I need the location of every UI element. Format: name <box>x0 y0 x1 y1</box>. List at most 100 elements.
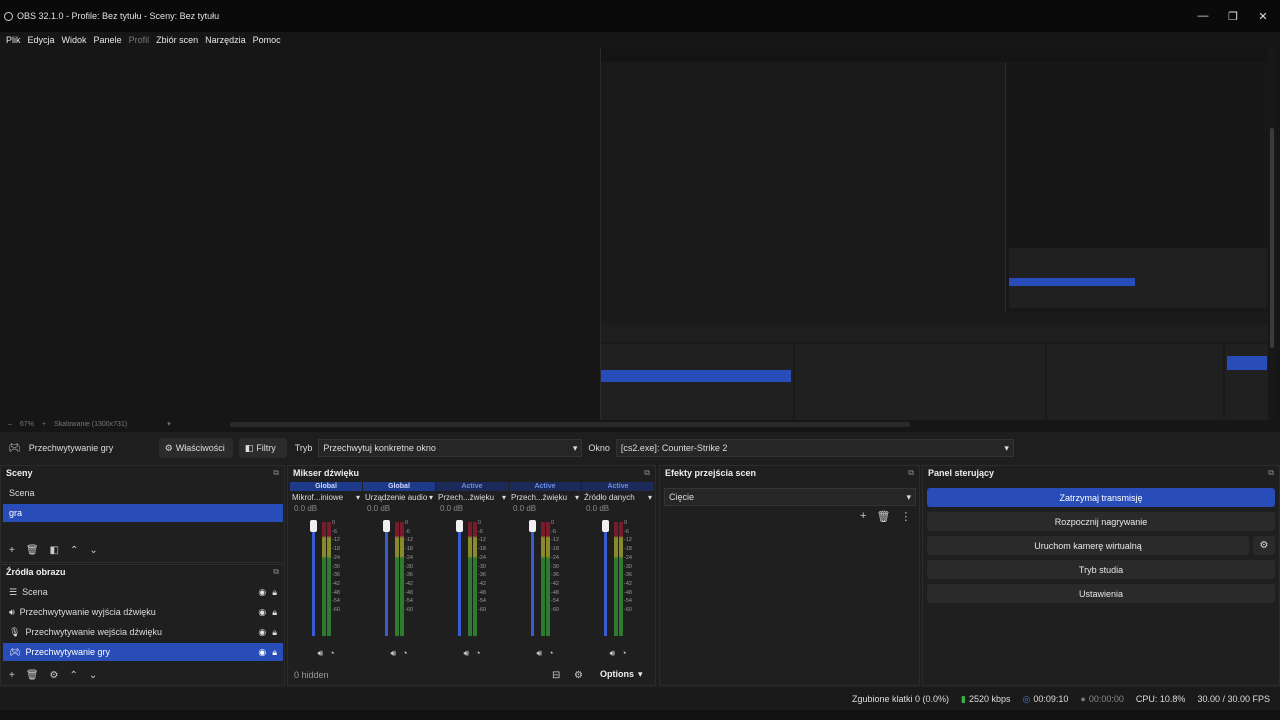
filter-icon[interactable]: ◧ <box>50 545 59 556</box>
undock-icon[interactable]: ⧉ <box>908 468 914 478</box>
volume-fader[interactable] <box>385 520 388 636</box>
speaker-icon[interactable]: 🔊︎ <box>390 648 396 659</box>
add-icon[interactable]: + <box>9 545 15 556</box>
mode-select[interactable]: Przechwytuj konkretne okno ▾ <box>318 439 583 457</box>
mixer-layout-icon[interactable]: ⊟ <box>552 670 560 681</box>
headphones-monitor-icon[interactable]: ◔ <box>621 648 626 659</box>
channel-name-select[interactable]: Źródło danych ▾ <box>582 491 654 504</box>
headphones-monitor-icon[interactable]: ◔ <box>402 648 407 659</box>
headphones-monitor-icon[interactable]: ◔ <box>548 648 553 659</box>
channel-name-select[interactable]: Mikrof...iniowe ▾ <box>290 491 362 504</box>
gear-icon[interactable]: ⚙ <box>50 670 59 681</box>
mic-icon: 🎙︎ <box>9 626 21 637</box>
speaker-icon[interactable]: 🔊︎ <box>463 648 469 659</box>
menu-edit[interactable]: Edycja <box>28 35 55 45</box>
mixer-settings-icon[interactable]: ⚙ <box>574 670 583 681</box>
volume-fader[interactable] <box>312 520 315 636</box>
lock-icon[interactable]: 🔒︎ <box>272 587 277 598</box>
chevron-down-icon[interactable]: ⌄ <box>89 545 97 556</box>
volume-fader[interactable] <box>531 520 534 636</box>
studio-mode-button[interactable]: Tryb studia <box>927 560 1275 579</box>
undock-icon[interactable]: ⧉ <box>644 468 650 478</box>
eye-icon[interactable]: ◉ <box>258 627 266 638</box>
lock-icon[interactable]: 🔒︎ <box>272 607 277 618</box>
eye-icon[interactable]: ◉ <box>258 607 266 618</box>
undock-icon[interactable]: ⧉ <box>273 468 279 478</box>
eye-icon[interactable]: ◉ <box>258 647 266 658</box>
volume-fader-handle[interactable] <box>529 520 536 532</box>
chevron-up-icon[interactable]: ⌃ <box>70 670 78 681</box>
scale-label[interactable]: Skalowanie (1300x731) <box>54 421 127 428</box>
virtual-camera-settings-icon[interactable]: ⚙ <box>1253 536 1275 555</box>
properties-button[interactable]: ⚙ Właściwości <box>158 438 233 458</box>
meter-scale: 0 -6 -12 -18 -24 -30 -36 -42 -48 -54 -60 <box>478 519 486 615</box>
meter-scale-tick: -12 <box>551 537 559 544</box>
controls-dock: Panel sterujący ⧉ Zatrzymaj transmisję R… <box>922 465 1280 686</box>
window-select[interactable]: [cs2.exe]: Counter-Strike 2 ▾ <box>615 439 1014 457</box>
settings-button[interactable]: Ustawienia <box>927 584 1275 603</box>
trash-icon[interactable]: 🗑︎ <box>876 510 890 523</box>
lock-icon[interactable]: 🔒︎ <box>272 627 277 638</box>
meter-scale-tick: -36 <box>624 572 632 579</box>
headphones-monitor-icon[interactable]: ◔ <box>329 648 334 659</box>
speaker-icon[interactable]: 🔊︎ <box>317 648 323 659</box>
menu-file[interactable]: Plik <box>6 35 21 45</box>
close-button[interactable]: ✕ <box>1248 0 1278 32</box>
scene-item-gra[interactable]: gra <box>3 504 283 522</box>
undock-icon[interactable]: ⧉ <box>1268 468 1274 478</box>
more-icon[interactable]: ⋮ <box>900 510 911 523</box>
minimize-button[interactable]: — <box>1188 0 1218 32</box>
preview-canvas[interactable] <box>600 48 1268 420</box>
volume-fader-handle[interactable] <box>310 520 317 532</box>
trash-icon[interactable]: 🗑︎ <box>26 670 39 681</box>
source-item-audio-input[interactable]: 🎙︎ Przechwytywanie wejścia dźwięku ◉ 🔒︎ <box>3 623 283 641</box>
add-icon[interactable]: + <box>860 510 866 523</box>
chevron-up-icon[interactable]: ⌃ <box>70 545 78 556</box>
meter-scale-tick: -60 <box>551 607 559 614</box>
zoom-out-button[interactable]: – <box>8 421 12 428</box>
volume-fader[interactable] <box>604 520 607 636</box>
volume-fader-handle[interactable] <box>602 520 609 532</box>
meter-scale-tick: -42 <box>551 580 559 587</box>
speaker-icon[interactable]: 🔊︎ <box>609 648 615 659</box>
volume-fader-handle[interactable] <box>383 520 390 532</box>
headphones-monitor-icon[interactable]: ◔ <box>475 648 480 659</box>
menu-tools[interactable]: Narzędzia <box>205 35 246 45</box>
source-item-audio-output[interactable]: 🔊︎ Przechwytywanie wyjścia dźwięku ◉ 🔒︎ <box>3 603 283 621</box>
meter-scale-tick: -6 <box>405 528 410 535</box>
start-virtual-camera-button[interactable]: Uruchom kamerę wirtualną <box>927 536 1249 555</box>
menu-profile[interactable]: Profil <box>129 35 150 45</box>
channel-name: Źródło danych <box>584 493 635 502</box>
channel-controls: 🔊︎ ◔ <box>290 648 362 659</box>
maximize-button[interactable]: ❐ <box>1218 0 1248 32</box>
speaker-icon[interactable]: 🔊︎ <box>536 648 542 659</box>
channel-name-select[interactable]: Przech...źwięku ▾ <box>509 491 581 504</box>
source-item-scena[interactable]: ☰ Scena ◉ 🔒︎ <box>3 583 283 601</box>
menu-view[interactable]: Widok <box>62 35 87 45</box>
chevron-down-icon[interactable]: ▾ <box>167 420 171 428</box>
channel-name-select[interactable]: Urządzenie audio ▾ <box>363 491 435 504</box>
menu-scene-collection[interactable]: Zbiór scen <box>156 35 198 45</box>
add-icon[interactable]: + <box>9 670 15 681</box>
eye-icon[interactable]: ◉ <box>258 587 266 598</box>
scene-item-scena[interactable]: Scena <box>3 484 283 502</box>
channel-name-select[interactable]: Przech...źwięku ▾ <box>436 491 508 504</box>
lock-icon[interactable]: 🔒︎ <box>272 647 277 658</box>
zoom-value: 67% <box>19 420 34 428</box>
preview-vertical-scrollbar[interactable] <box>1268 48 1276 420</box>
menu-help[interactable]: Pomoc <box>253 35 281 45</box>
source-item-game-capture[interactable]: 🎮︎ Przechwytywanie gry ◉ 🔒︎ <box>3 643 283 661</box>
transition-select[interactable]: Cięcie ▾ <box>664 488 916 506</box>
preview-horizontal-scrollbar[interactable] <box>230 422 910 427</box>
options-button[interactable]: Options ▾ <box>600 669 643 680</box>
filters-button[interactable]: ◧ Filtry <box>238 438 287 458</box>
zoom-in-button[interactable]: + <box>42 421 46 428</box>
start-recording-button[interactable]: Rozpocznij nagrywanie <box>927 512 1275 531</box>
menu-docks[interactable]: Panele <box>94 35 122 45</box>
volume-fader-handle[interactable] <box>456 520 463 532</box>
undock-icon[interactable]: ⧉ <box>273 567 279 577</box>
stop-streaming-button[interactable]: Zatrzymaj transmisję <box>927 488 1275 507</box>
volume-fader[interactable] <box>458 520 461 636</box>
trash-icon[interactable]: 🗑︎ <box>26 545 39 556</box>
chevron-down-icon[interactable]: ⌄ <box>89 670 97 681</box>
